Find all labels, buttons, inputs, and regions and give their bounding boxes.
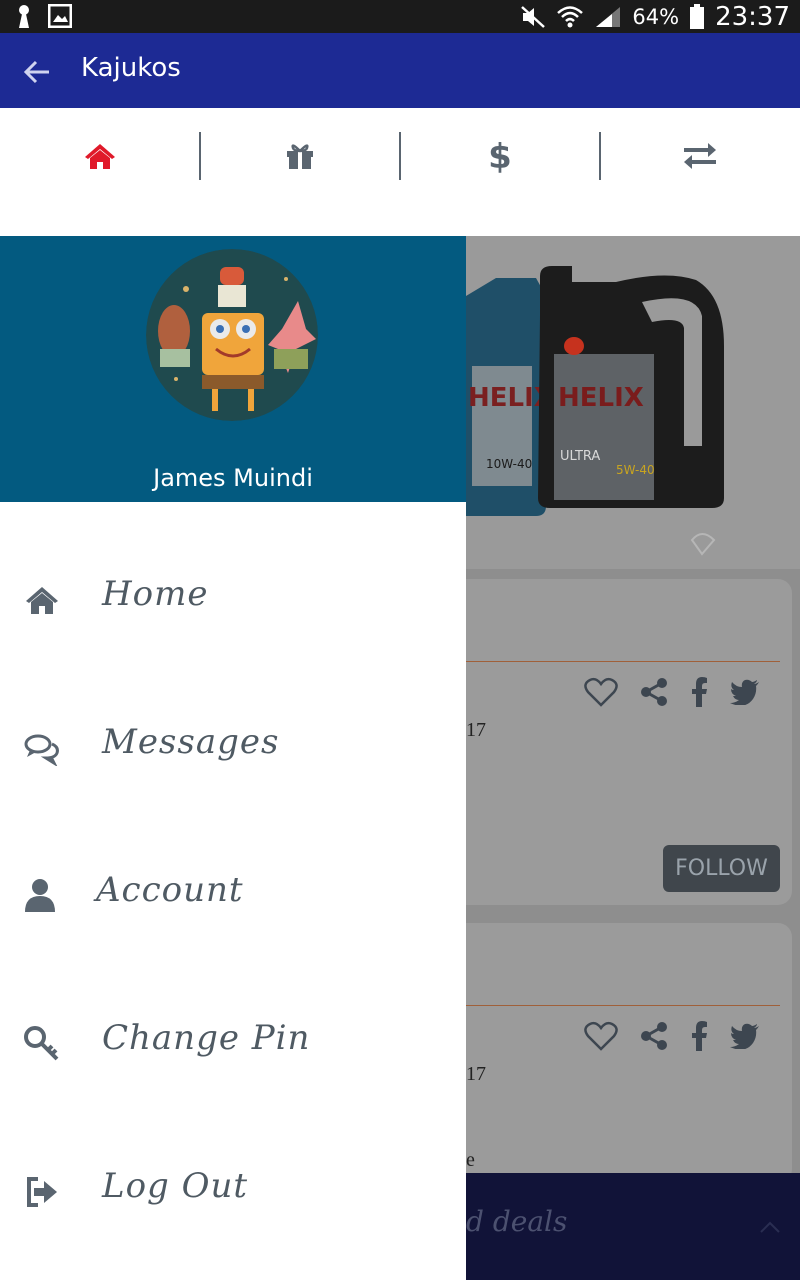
tab-money[interactable]: $ — [400, 108, 600, 204]
status-left-icons — [14, 4, 72, 30]
cartoon-avatar-image — [146, 249, 318, 421]
tab-exchange[interactable] — [600, 108, 800, 204]
deal-card[interactable]: 17 e — [466, 923, 792, 1183]
battery-percent: 64% — [632, 4, 680, 29]
user-icon — [25, 879, 55, 912]
image-notification-icon — [48, 4, 72, 28]
card-date-fragment: 17 — [466, 719, 486, 741]
keyhole-notification-icon — [19, 5, 29, 28]
user-name: James Muindi — [153, 464, 313, 492]
exchange-icon — [684, 143, 716, 169]
menu-item-account[interactable]: Account — [0, 842, 466, 952]
back-arrow-icon[interactable] — [22, 57, 52, 87]
deals-bar-label: d deals — [466, 1205, 568, 1238]
avatar[interactable] — [146, 249, 318, 421]
signal-icon — [596, 6, 621, 27]
drawer-header: James Muindi — [0, 236, 466, 502]
heart-icon[interactable] — [584, 1021, 618, 1051]
svg-text:$: $ — [489, 138, 511, 174]
menu-item-messages[interactable]: Messages — [0, 694, 466, 804]
card-date-fragment: 17 — [466, 1063, 486, 1085]
card-text-fragment: e — [466, 1149, 475, 1171]
tab-bar: $ — [0, 108, 800, 236]
deals-bar[interactable]: d deals — [466, 1173, 800, 1280]
menu-label: Messages — [102, 722, 280, 762]
mute-icon — [521, 5, 546, 28]
app-title: Kajukos — [81, 53, 181, 83]
chevron-up-icon[interactable] — [760, 1221, 780, 1233]
gift-icon — [287, 144, 313, 169]
card-actions — [584, 677, 760, 707]
follow-button[interactable]: FOLLOW — [663, 845, 780, 892]
front-brand: HELIX — [558, 383, 644, 413]
share-icon[interactable] — [640, 678, 668, 706]
product-image: HELIX 10W-40 HELIX ULTRA 5W-40 — [466, 236, 800, 569]
wifi-icon — [557, 5, 584, 27]
deal-card[interactable]: 17 FOLLOW — [466, 579, 792, 905]
facebook-icon[interactable] — [690, 677, 708, 707]
dollar-icon: $ — [489, 138, 511, 174]
share-icon[interactable] — [640, 1022, 668, 1050]
tab-home[interactable] — [0, 108, 200, 204]
navigation-drawer: James Muindi Home Messages Account Chang… — [0, 236, 466, 1280]
home-icon — [85, 144, 115, 169]
home-icon — [26, 587, 58, 614]
app-bar: Kajukos — [0, 33, 800, 108]
heart-icon[interactable] — [584, 677, 618, 707]
menu-label: Log Out — [102, 1166, 249, 1206]
screen: 64% 23:37 Kajukos $ HELIX 10W-40 HELIX U… — [0, 0, 800, 1280]
twitter-icon[interactable] — [730, 679, 760, 705]
menu-label: Home — [102, 574, 209, 614]
key-icon — [24, 1026, 59, 1061]
clock: 23:37 — [715, 1, 790, 32]
oil-bottles-illustration: HELIX 10W-40 HELIX ULTRA 5W-40 — [466, 236, 800, 569]
content-behind-drawer: HELIX 10W-40 HELIX ULTRA 5W-40 17 FOLLOW… — [466, 236, 800, 1280]
battery-icon — [690, 3, 705, 29]
menu-item-change-pin[interactable]: Change Pin — [0, 990, 466, 1100]
status-right: 64% 23:37 — [520, 0, 790, 33]
logout-icon — [27, 1177, 57, 1207]
menu-label: Change Pin — [102, 1018, 311, 1058]
menu-label: Account — [96, 870, 244, 910]
menu-item-log-out[interactable]: Log Out — [0, 1138, 466, 1248]
card-divider — [466, 661, 780, 662]
front-grade: 5W-40 — [616, 463, 655, 477]
front-variant: ULTRA — [560, 449, 600, 464]
menu-item-home[interactable]: Home — [0, 546, 466, 656]
facebook-icon[interactable] — [690, 1021, 708, 1051]
twitter-icon[interactable] — [730, 1023, 760, 1049]
messages-icon — [24, 734, 59, 766]
tab-gifts[interactable] — [200, 108, 400, 204]
card-divider — [466, 1005, 780, 1006]
status-bar: 64% 23:37 — [0, 0, 800, 33]
card-actions — [584, 1021, 760, 1051]
back-grade: 10W-40 — [486, 457, 532, 471]
